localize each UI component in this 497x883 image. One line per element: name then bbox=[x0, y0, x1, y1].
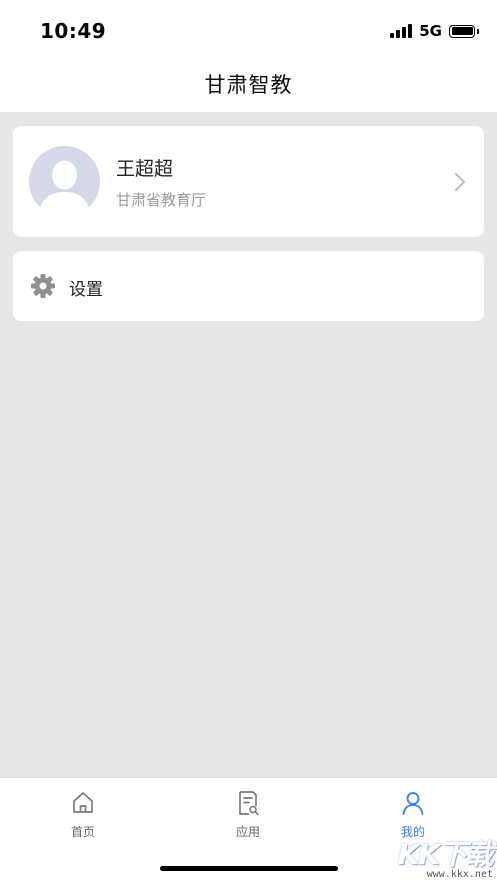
tab-home-label: 首页 bbox=[70, 825, 95, 839]
person-icon bbox=[402, 792, 424, 815]
default-avatar-icon bbox=[29, 146, 100, 217]
watermark: KK下载 www.kkx.net bbox=[353, 833, 494, 880]
tab-apps-label: 应用 bbox=[235, 825, 260, 839]
settings-label: 设置 bbox=[69, 280, 103, 300]
profile-name: 王超超 bbox=[116, 158, 174, 180]
home-icon bbox=[73, 792, 93, 813]
signal-icon bbox=[390, 24, 413, 38]
gear-icon bbox=[31, 274, 55, 298]
home-indicator bbox=[160, 866, 338, 871]
watermark-logo: KK下载 bbox=[397, 838, 494, 871]
profile-organization: 甘肃省教育厅 bbox=[116, 191, 207, 209]
tab-home[interactable]: 首页 bbox=[23, 790, 143, 842]
profile-card[interactable]: 王超超 甘肃省教育厅 bbox=[13, 126, 484, 237]
status-time: 10:49 bbox=[40, 19, 107, 43]
document-search-icon bbox=[239, 791, 259, 816]
nav-bar: 甘肃智教 bbox=[0, 56, 497, 112]
network-type: 5G bbox=[419, 22, 442, 40]
page-title: 甘肃智教 bbox=[204, 73, 293, 97]
battery-icon bbox=[449, 24, 479, 38]
tab-apps[interactable]: 应用 bbox=[188, 790, 308, 842]
status-indicators: 5G bbox=[390, 22, 479, 40]
status-bar: 10:49 5G bbox=[0, 0, 497, 56]
settings-row[interactable]: 设置 bbox=[13, 251, 484, 321]
chevron-right-icon bbox=[455, 173, 465, 191]
